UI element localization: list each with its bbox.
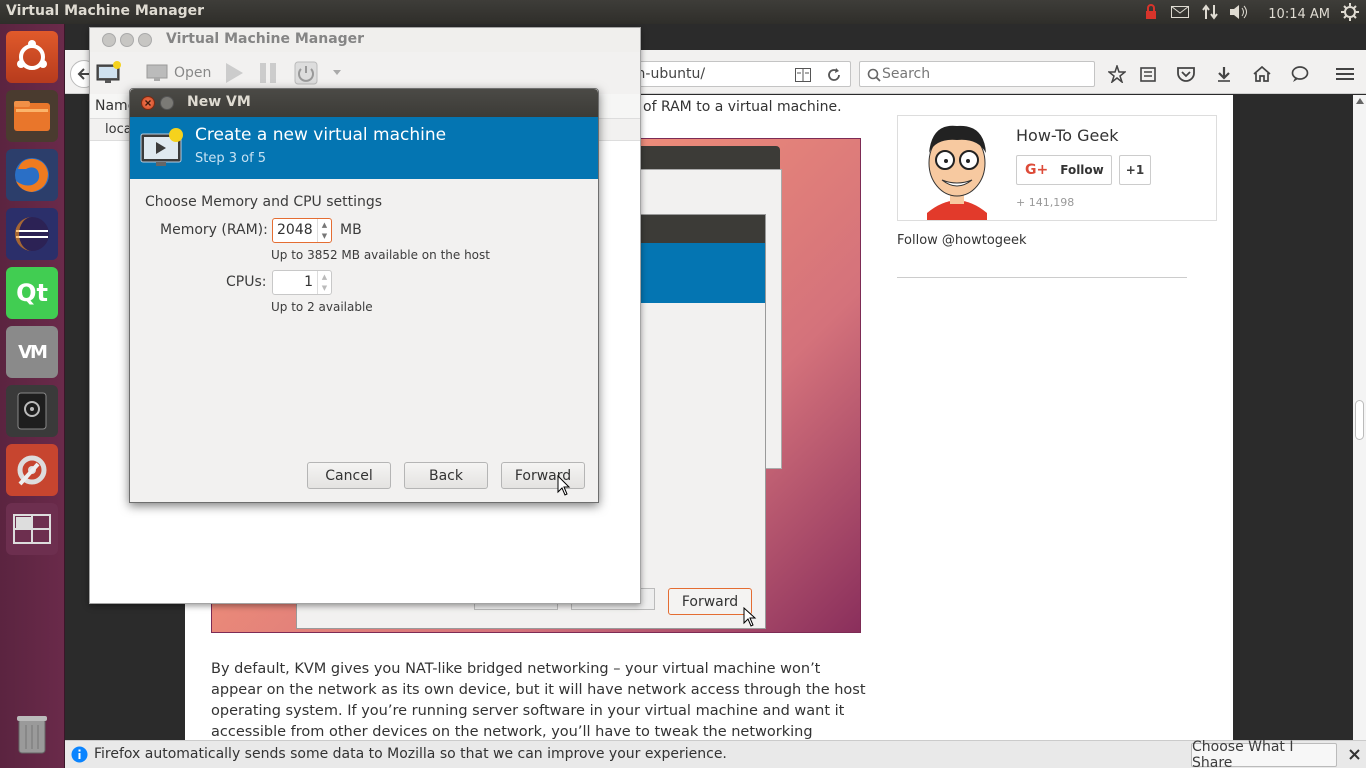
- open-label: Open: [174, 65, 212, 81]
- vmm-close-icon[interactable]: [102, 33, 116, 47]
- vmm-maximize-icon[interactable]: [138, 33, 152, 47]
- forward-button[interactable]: Forward: [501, 462, 585, 489]
- shutdown-vm-icon[interactable]: [294, 60, 318, 86]
- data-reporting-notification: Firefox automatically sends some data to…: [65, 739, 1366, 768]
- new-vm-titlebar: New VM: [130, 89, 598, 117]
- memory-hint: Up to 3852 MB available on the host: [271, 248, 490, 262]
- google-plus-card: How-To Geek G+ Follow +1 + 141,198: [897, 115, 1217, 221]
- vmm-minimize-icon[interactable]: [120, 33, 134, 47]
- cpu-input[interactable]: [277, 274, 313, 290]
- disk-utility-icon[interactable]: [6, 385, 58, 437]
- sidebar-divider: [897, 277, 1187, 278]
- cpu-hint: Up to 2 available: [271, 300, 373, 314]
- wizard-title: Create a new virtual machine: [195, 125, 447, 145]
- mouse-cursor-icon: [557, 475, 571, 496]
- google-plus-follow-button[interactable]: G+ Follow: [1016, 155, 1112, 185]
- pocket-icon[interactable]: [1174, 62, 1198, 86]
- info-icon: [71, 746, 88, 763]
- wizard-step: Step 3 of 5: [195, 151, 267, 166]
- follow-label: Follow: [1060, 163, 1104, 177]
- article-fragment: of RAM to a virtual machine.: [643, 99, 842, 115]
- trash-icon[interactable]: [6, 708, 58, 760]
- section-label: Choose Memory and CPU settings: [145, 194, 383, 210]
- bookmark-star-icon[interactable]: [1105, 62, 1129, 86]
- downloads-icon[interactable]: [1212, 62, 1236, 86]
- follower-count: + 141,198: [1016, 196, 1075, 209]
- notification-text: Firefox automatically sends some data to…: [94, 746, 727, 762]
- search-input[interactable]: Search: [859, 61, 1095, 87]
- search-icon: [862, 63, 886, 87]
- network-icon[interactable]: [1200, 2, 1220, 22]
- cpu-label: CPUs:: [226, 274, 267, 290]
- howtogeek-mascot-icon: [927, 125, 987, 220]
- vmm-window-title: Virtual Machine Manager: [166, 31, 365, 47]
- volume-icon[interactable]: [1228, 2, 1250, 22]
- new-vm-icon[interactable]: [96, 60, 122, 86]
- new-vm-dialog: New VM Create a new virtual machine Step…: [129, 88, 599, 503]
- page-scrollbar[interactable]: [1353, 95, 1366, 740]
- scroll-up-icon[interactable]: [1356, 98, 1364, 104]
- memory-spinbox[interactable]: ▲▼: [272, 218, 332, 243]
- pause-vm-icon[interactable]: [258, 60, 278, 86]
- memory-label: Memory (RAM):: [160, 222, 268, 238]
- run-vm-icon[interactable]: [224, 60, 244, 86]
- open-vm-button[interactable]: Open: [146, 60, 211, 86]
- image-forward-button: Forward: [668, 588, 752, 615]
- wizard-header: Create a new virtual machine Step 3 of 5: [130, 117, 598, 179]
- vmm-titlebar: Virtual Machine Manager: [90, 28, 640, 52]
- dialog-maximize-icon[interactable]: [160, 96, 174, 110]
- channel-name[interactable]: How-To Geek: [1016, 126, 1119, 145]
- lock-icon[interactable]: [1142, 2, 1160, 22]
- shutdown-menu-chevron-down-icon[interactable]: [332, 60, 342, 86]
- image-cursor-icon: [743, 607, 757, 627]
- workspace-switcher-icon[interactable]: [6, 503, 58, 555]
- article-paragraph: By default, KVM gives you NAT-like bridg…: [211, 661, 866, 740]
- top-panel: Virtual Machine Manager 10:14 AM: [0, 0, 1366, 24]
- choose-what-i-share-button[interactable]: Choose What I Share: [1191, 739, 1337, 768]
- increment-icon[interactable]: ▲: [322, 221, 327, 229]
- increment-icon[interactable]: ▲: [322, 273, 327, 281]
- twitter-follow-link[interactable]: Follow @howtogeek: [897, 233, 1027, 248]
- memory-unit: MB: [340, 222, 362, 238]
- dialog-close-icon[interactable]: [141, 96, 155, 110]
- eclipse-icon[interactable]: [6, 208, 58, 260]
- home-icon[interactable]: [1250, 62, 1274, 86]
- reader-view-icon[interactable]: [791, 63, 815, 87]
- reload-icon[interactable]: [822, 63, 846, 87]
- mail-icon[interactable]: [1170, 2, 1190, 22]
- chat-bubble-icon[interactable]: [1288, 62, 1312, 86]
- close-icon[interactable]: [1349, 749, 1360, 760]
- hamburger-menu-icon[interactable]: [1333, 62, 1357, 86]
- system-settings-icon[interactable]: [6, 444, 58, 496]
- cpu-spinbox[interactable]: ▲▼: [272, 270, 332, 295]
- monitor-icon: [146, 64, 168, 81]
- firefox-icon[interactable]: [6, 149, 58, 201]
- cpu-stepper[interactable]: ▲ ▼: [317, 271, 331, 294]
- plus-one-button[interactable]: +1: [1119, 155, 1151, 185]
- settings-gear-icon[interactable]: [1340, 2, 1360, 22]
- top-panel-title: Virtual Machine Manager: [6, 3, 205, 19]
- new-vm-title: New VM: [187, 94, 251, 110]
- back-button[interactable]: Back: [404, 462, 488, 489]
- decrement-icon[interactable]: ▼: [322, 284, 327, 292]
- google-plus-icon: G+: [1025, 162, 1049, 178]
- clock[interactable]: 10:14 AM: [1268, 4, 1330, 24]
- qt-creator-icon[interactable]: Qt: [6, 267, 58, 319]
- cancel-button[interactable]: Cancel: [307, 462, 391, 489]
- memory-stepper[interactable]: ▲ ▼: [317, 219, 331, 242]
- files-icon[interactable]: [6, 90, 58, 142]
- scroll-thumb[interactable]: [1355, 400, 1364, 440]
- launcher: Qt VM: [0, 24, 65, 768]
- ubuntu-dash-icon[interactable]: [6, 31, 58, 83]
- bookmarks-menu-icon[interactable]: [1136, 62, 1160, 86]
- decrement-icon[interactable]: ▼: [322, 232, 327, 240]
- memory-input[interactable]: [277, 222, 315, 238]
- virt-manager-icon[interactable]: VM: [6, 326, 58, 378]
- new-vm-monitor-icon: [140, 128, 183, 166]
